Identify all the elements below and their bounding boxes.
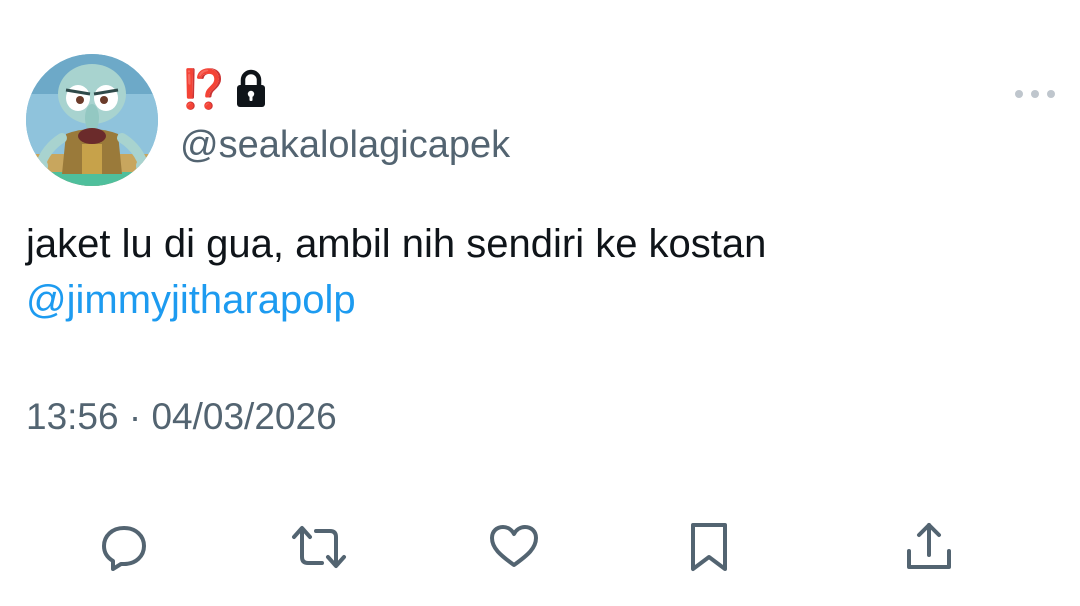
more-options-button[interactable]	[1010, 80, 1060, 110]
reply-icon	[96, 519, 152, 575]
more-horizontal-icon	[1014, 86, 1056, 104]
retweet-icon	[288, 519, 350, 575]
mention-link[interactable]: @jimmyjitharapolp	[26, 272, 1046, 328]
retweet-button[interactable]	[286, 514, 352, 580]
tweet-timestamp[interactable]: 13:56 · 04/03/2026	[26, 394, 337, 440]
author-display-name[interactable]: ⁉️	[180, 66, 227, 112]
share-button[interactable]	[896, 514, 962, 580]
bookmark-icon	[681, 519, 737, 575]
action-bar	[0, 514, 1080, 580]
author-handle[interactable]: @seakalolagicapek	[180, 122, 510, 168]
lock-icon	[235, 69, 267, 109]
tweet-text-line: jaket lu di gua, ambil nih sendiri ke ko…	[26, 222, 767, 266]
bookmark-button[interactable]	[676, 514, 742, 580]
like-button[interactable]	[481, 514, 547, 580]
tweet: ⁉️ @seakalolagicapek jaket lu di gua, am…	[0, 0, 1080, 606]
like-icon	[486, 519, 542, 575]
reply-button[interactable]	[91, 514, 157, 580]
share-icon	[901, 519, 957, 575]
tweet-text: jaket lu di gua, ambil nih sendiri ke ko…	[26, 216, 1046, 328]
author-name-row[interactable]: ⁉️	[180, 66, 267, 112]
avatar[interactable]	[26, 54, 158, 186]
